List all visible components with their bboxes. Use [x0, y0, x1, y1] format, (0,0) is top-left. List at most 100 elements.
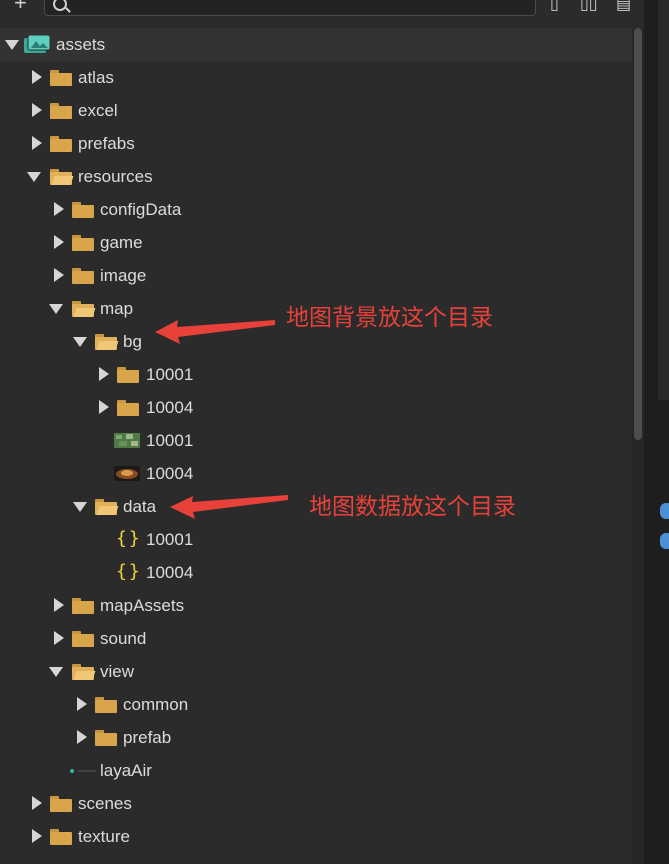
bg-annotation-text: 地图背景放这个目录: [286, 305, 493, 331]
assets-root-icon: [24, 35, 50, 53]
panel-item-icon[interactable]: [660, 503, 669, 519]
tree-label: image: [100, 266, 147, 285]
tree-label: view: [100, 662, 135, 681]
tree-row-configdata[interactable]: configData: [0, 193, 632, 226]
folder-icon: [50, 70, 72, 86]
expand-arrow-icon[interactable]: [54, 235, 64, 249]
expand-arrow-icon[interactable]: [32, 70, 42, 84]
folder-open-icon: [50, 169, 74, 185]
tree-label: sound: [100, 629, 147, 648]
tree-row-data-10001-json[interactable]: {} 10001: [0, 523, 632, 556]
tree-label: 10001: [146, 365, 194, 384]
folder-icon: [72, 268, 94, 284]
tree-row-resources[interactable]: resources: [0, 160, 632, 193]
tree-label: 10004: [146, 464, 194, 483]
folder-icon: [95, 697, 117, 713]
tree-row-bg-10004-folder[interactable]: 10004: [0, 391, 632, 424]
panel-item-icon[interactable]: [660, 533, 669, 549]
tree-row-scenes[interactable]: scenes: [0, 787, 632, 820]
tree-row-atlas[interactable]: atlas: [0, 61, 632, 94]
folder-icon: [117, 400, 139, 416]
tree-label: configData: [100, 200, 182, 219]
expand-arrow-icon[interactable]: [32, 103, 42, 117]
tree-label: atlas: [78, 68, 114, 87]
tree-label: data: [123, 497, 157, 516]
expand-arrow-icon[interactable]: [49, 667, 63, 677]
folder-icon: [72, 631, 94, 647]
expand-arrow-icon[interactable]: [99, 367, 109, 381]
tree-label: layaAir: [100, 761, 152, 780]
tree-label: mapAssets: [100, 596, 185, 615]
folder-open-icon: [95, 499, 119, 515]
folder-icon: [117, 367, 139, 383]
expand-arrow-icon[interactable]: [27, 172, 41, 182]
folder-icon: [50, 796, 72, 812]
folder-open-icon: [95, 334, 119, 350]
tree-label: resources: [78, 167, 153, 186]
tree-row-mapassets[interactable]: mapAssets: [0, 589, 632, 622]
tree-row-game[interactable]: game: [0, 226, 632, 259]
expand-arrow-icon[interactable]: [54, 631, 64, 645]
expand-arrow-icon[interactable]: [32, 796, 42, 810]
tree-row-view[interactable]: view: [0, 655, 632, 688]
scrollbar-thumb[interactable]: [634, 28, 642, 440]
expand-arrow-icon[interactable]: [77, 730, 87, 744]
right-panel-edge: [644, 0, 669, 864]
image-thumbnail-icon: [114, 466, 140, 481]
tree-row-common[interactable]: common: [0, 688, 632, 721]
json-file-icon: {}: [116, 528, 142, 549]
expand-arrow-icon[interactable]: [99, 400, 109, 414]
expand-arrow-icon[interactable]: [54, 598, 64, 612]
tree-label: bg: [123, 332, 142, 351]
tree-label: prefab: [123, 728, 172, 747]
expand-arrow-icon[interactable]: [5, 40, 19, 50]
expand-arrow-icon[interactable]: [77, 697, 87, 711]
expand-arrow-icon[interactable]: [73, 337, 87, 347]
search-icon: [53, 0, 67, 11]
folder-icon: [50, 829, 72, 845]
right-panel-block: [656, 0, 669, 400]
asset-tree: assets atlas excel prefabs resources con…: [0, 28, 632, 864]
tree-label: excel: [78, 101, 118, 120]
folder-icon: [72, 202, 94, 218]
tree-label: common: [123, 695, 189, 714]
collapse-icon[interactable]: ▯: [550, 0, 559, 13]
tree-label: 10004: [146, 563, 194, 582]
tree-label: game: [100, 233, 143, 252]
tree-row-bg-10001-image[interactable]: 10001: [0, 424, 632, 457]
new-file-icon[interactable]: ▤: [616, 0, 631, 13]
json-file-icon: {}: [116, 561, 142, 582]
expand-arrow-icon[interactable]: [73, 502, 87, 512]
split-view-icon[interactable]: ▯▯: [580, 0, 598, 13]
tree-label: assets: [56, 35, 106, 54]
tree-row-layaair[interactable]: layaAir: [0, 754, 632, 787]
vertical-scrollbar[interactable]: [632, 28, 644, 864]
tree-label: scenes: [78, 794, 132, 813]
folder-icon: [50, 136, 72, 152]
tree-row-excel[interactable]: excel: [0, 94, 632, 127]
tree-label: 10001: [146, 530, 194, 549]
plus-icon[interactable]: +: [14, 0, 27, 14]
expand-arrow-icon[interactable]: [49, 304, 63, 314]
tree-row-bg-10004-image[interactable]: 10004: [0, 457, 632, 490]
expand-arrow-icon[interactable]: [54, 268, 64, 282]
data-annotation-text: 地图数据放这个目录: [309, 494, 516, 520]
tree-label: prefabs: [78, 134, 135, 153]
tree-row-assets[interactable]: assets: [0, 28, 632, 61]
tree-label: 10001: [146, 431, 194, 450]
folder-icon: [72, 235, 94, 251]
tree-row-data-10004-json[interactable]: {} 10004: [0, 556, 632, 589]
image-thumbnail-icon: [114, 433, 140, 448]
tree-row-prefabs[interactable]: prefabs: [0, 127, 632, 160]
tree-row-image[interactable]: image: [0, 259, 632, 292]
expand-arrow-icon[interactable]: [32, 829, 42, 843]
tree-row-texture[interactable]: texture: [0, 820, 632, 853]
tree-row-sound[interactable]: sound: [0, 622, 632, 655]
tree-label: map: [100, 299, 134, 318]
expand-arrow-icon[interactable]: [54, 202, 64, 216]
search-input[interactable]: [44, 0, 536, 16]
tree-row-prefab[interactable]: prefab: [0, 721, 632, 754]
folder-open-icon: [72, 664, 96, 680]
expand-arrow-icon[interactable]: [32, 136, 42, 150]
tree-row-bg-10001-folder[interactable]: 10001: [0, 358, 632, 391]
